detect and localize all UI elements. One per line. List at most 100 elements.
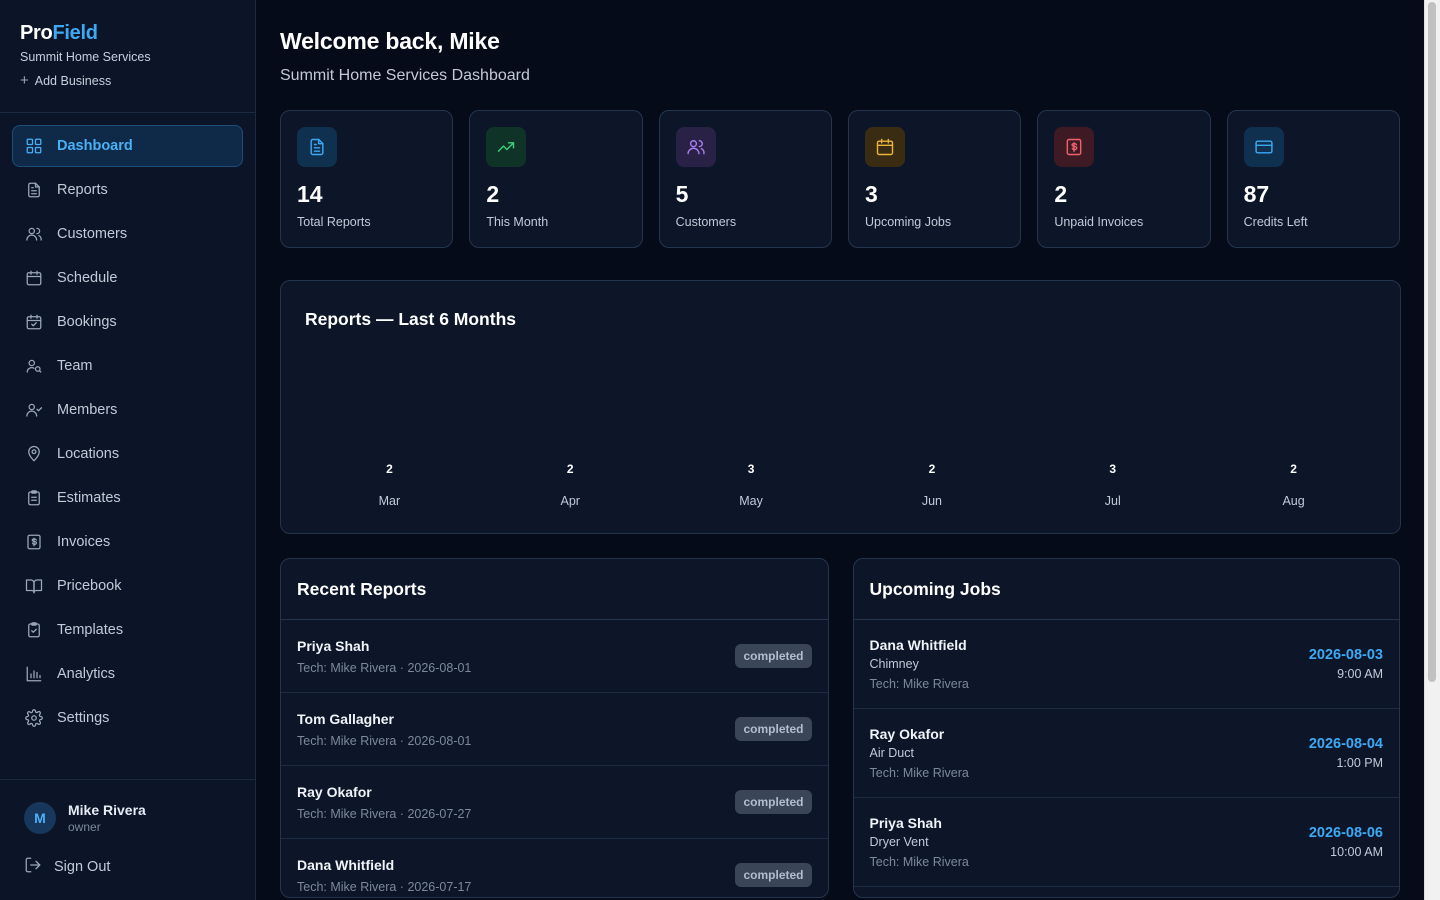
- map-pin-icon: [25, 445, 43, 463]
- sidebar-item-locations[interactable]: Locations: [12, 433, 243, 475]
- stat-label: Unpaid Invoices: [1054, 215, 1144, 229]
- report-row[interactable]: Dana Whitfield Tech: Mike Rivera · 2026-0…: [281, 839, 828, 897]
- job-time: 10:00 AM: [1330, 845, 1383, 859]
- job-time: 1:00 PM: [1336, 756, 1383, 770]
- x-tick-label: Jun: [922, 494, 942, 508]
- file-text-icon: [310, 138, 324, 156]
- job-date: 2026-08-06: [1308, 825, 1383, 841]
- users-icon: [25, 225, 43, 243]
- job-row[interactable]: Dana Whitfield Chimney Tech: Mike Rivera 20…: [853, 620, 1399, 709]
- scrollbar-thumb[interactable]: [1428, 2, 1436, 682]
- sidebar-item-dashboard[interactable]: Dashboard: [12, 125, 243, 167]
- stat-icon-box: [675, 127, 716, 167]
- stat-icon-box: [1054, 127, 1095, 167]
- bar-value-label: 3: [748, 462, 755, 476]
- sidebar-item-label: Team: [57, 358, 93, 374]
- job-row[interactable]: Priya Shah Dryer Vent Tech: Mike Rivera 202…: [853, 798, 1399, 887]
- stat-icon-box: [864, 127, 905, 167]
- brand-block: ProField Summit Home Services + Add Busin…: [0, 0, 255, 113]
- business-name: Summit Home Services: [20, 50, 151, 64]
- stat-value: 2: [486, 181, 500, 207]
- sidebar-item-estimates[interactable]: Estimates: [12, 477, 243, 519]
- status-badge: completed: [735, 790, 812, 814]
- sidebar-item-label: Pricebook: [57, 578, 122, 594]
- stat-card-unpaid-invoices: 2 Unpaid Invoices: [1037, 110, 1211, 248]
- bar-value-label: 2: [929, 462, 936, 476]
- report-row[interactable]: Ray Okafor Tech: Mike Rivera · 2026-07-27…: [281, 766, 828, 839]
- sidebar-item-team[interactable]: Team: [12, 345, 243, 387]
- stat-card-this-month: 2 This Month: [469, 110, 643, 248]
- status-badge: completed: [735, 644, 812, 668]
- app-logo[interactable]: ProField: [20, 22, 235, 45]
- sidebar-item-members[interactable]: Members: [12, 389, 243, 431]
- users-icon: [687, 140, 705, 155]
- grid-icon: [25, 137, 43, 155]
- sidebar-item-analytics[interactable]: Analytics: [12, 653, 243, 695]
- recent-reports-panel: Recent Reports Priya Shah Tech: Mike Rive…: [280, 558, 829, 898]
- calendar-check-icon: [25, 313, 43, 331]
- x-tick-label: May: [739, 494, 763, 508]
- sidebar-item-pricebook[interactable]: Pricebook: [12, 565, 243, 607]
- bar-value-label: 2: [567, 462, 574, 476]
- job-tech: Tech: Mike Rivera: [869, 855, 969, 869]
- add-business-button[interactable]: + Add Business: [20, 73, 235, 88]
- stat-icon-box: [1243, 127, 1284, 167]
- x-tick-label: Apr: [561, 494, 580, 508]
- sidebar-item-templates[interactable]: Templates: [12, 609, 243, 651]
- x-tick-label: Mar: [379, 494, 401, 508]
- sign-out-label: Sign Out: [54, 859, 111, 875]
- file-text-icon: [25, 181, 43, 199]
- sign-out-button[interactable]: Sign Out: [0, 834, 255, 878]
- x-tick-label: Aug: [1282, 494, 1304, 508]
- report-meta: Tech: Mike Rivera · 2026-08-01: [297, 660, 472, 675]
- plus-icon: +: [20, 72, 29, 89]
- job-service: Dryer Vent: [869, 835, 929, 849]
- sidebar-item-label: Templates: [57, 622, 124, 638]
- job-customer-name: Priya Shah: [869, 815, 942, 831]
- sidebar-item-label: Dashboard: [57, 138, 133, 154]
- log-out-icon: [24, 856, 42, 878]
- sidebar-item-label: Settings: [57, 710, 110, 726]
- stat-card-customers: 5 Customers: [658, 110, 832, 248]
- sidebar: ProField Summit Home Services + Add Busin…: [0, 0, 256, 900]
- job-date: 2026-08-04: [1308, 736, 1383, 752]
- upcoming-jobs-title: Upcoming Jobs: [869, 579, 1001, 599]
- job-time: 9:00 AM: [1337, 667, 1383, 681]
- report-meta: Tech: Mike Rivera · 2026-07-27: [297, 806, 472, 821]
- recent-reports-title: Recent Reports: [297, 579, 427, 599]
- upcoming-jobs-list: Dana Whitfield Chimney Tech: Mike Rivera 20…: [853, 620, 1399, 887]
- sidebar-item-bookings[interactable]: Bookings: [12, 301, 243, 343]
- calendar-icon: [25, 269, 43, 287]
- stat-label: This Month: [486, 215, 549, 229]
- job-customer-name: Dana Whitfield: [869, 637, 967, 653]
- user-profile[interactable]: M Mike Rivera owner: [0, 780, 255, 834]
- sidebar-item-schedule[interactable]: Schedule: [12, 257, 243, 299]
- bar-value-label: 2: [1290, 462, 1297, 476]
- report-row[interactable]: Priya Shah Tech: Mike Rivera · 2026-08-01…: [281, 620, 828, 693]
- bottom-panels: Recent Reports Priya Shah Tech: Mike Rive…: [280, 558, 1400, 898]
- sidebar-item-reports[interactable]: Reports: [12, 169, 243, 211]
- clipboard-list-icon: [25, 489, 43, 507]
- page-scrollbar[interactable]: [1424, 0, 1440, 900]
- calendar-icon: [876, 138, 894, 156]
- gear-icon: [25, 709, 43, 727]
- sidebar-item-invoices[interactable]: Invoices: [12, 521, 243, 563]
- job-date: 2026-08-03: [1308, 647, 1383, 663]
- bar-value-label: 3: [1109, 462, 1116, 476]
- sidebar-item-label: Estimates: [57, 490, 121, 506]
- report-row[interactable]: Tom Gallagher Tech: Mike Rivera · 2026-08…: [281, 693, 828, 766]
- bar-value-label: 2: [386, 462, 393, 476]
- reports-chart-card: Reports — Last 6 Months 2 Mar 2 Apr 3 May 2 Jun…: [280, 280, 1401, 534]
- team-icon: [25, 357, 43, 375]
- report-meta: Tech: Mike Rivera · 2026-07-17: [297, 879, 472, 894]
- stat-value: 3: [864, 181, 878, 207]
- stat-label: Upcoming Jobs: [864, 215, 952, 229]
- sidebar-item-settings[interactable]: Settings: [12, 697, 243, 739]
- upcoming-jobs-panel: Upcoming Jobs Dana Whitfield Chimney Tech:…: [852, 558, 1400, 898]
- sidebar-item-label: Schedule: [57, 270, 118, 286]
- stat-value: 2: [1054, 181, 1068, 207]
- job-service: Chimney: [869, 657, 919, 671]
- job-tech: Tech: Mike Rivera: [869, 766, 969, 780]
- sidebar-item-customers[interactable]: Customers: [12, 213, 243, 255]
- job-row[interactable]: Ray Okafor Air Duct Tech: Mike Rivera 2026-…: [853, 709, 1399, 798]
